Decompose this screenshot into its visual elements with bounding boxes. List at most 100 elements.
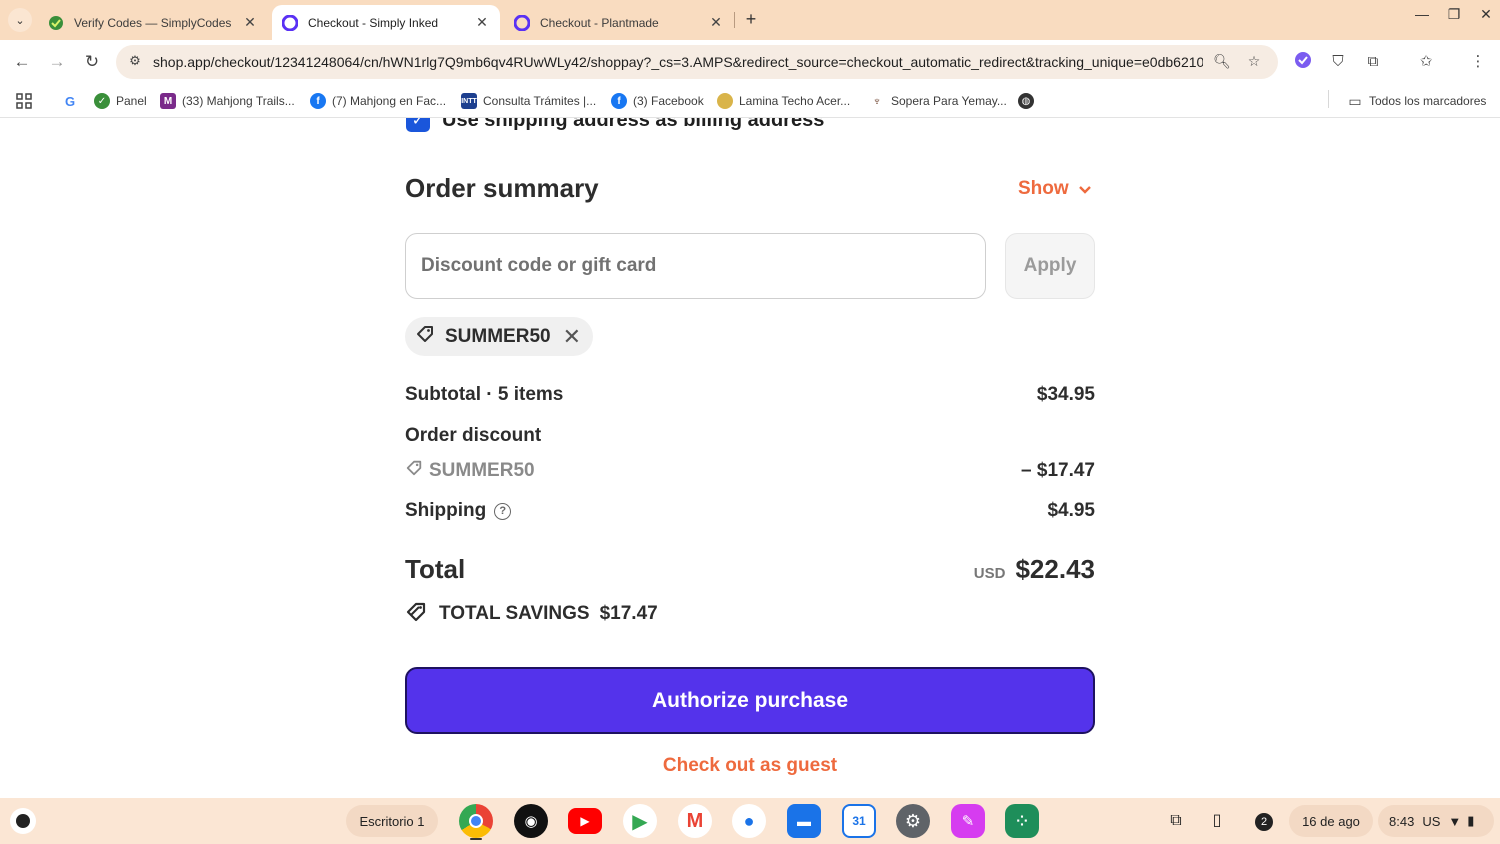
screen-capture-icon[interactable]: ⧉ bbox=[1164, 809, 1188, 833]
tab-plantmade[interactable]: Checkout - Plantmade ✕ bbox=[504, 5, 734, 40]
system-shelf: Escritorio 1 ◉ ▶ ▶ M ● ▬ 31 ⚙ ✎ ⁘ ⧉ ▯ 2 … bbox=[0, 798, 1500, 844]
checkout-as-guest-link[interactable]: Check out as guest bbox=[405, 755, 1095, 777]
close-tab-icon[interactable]: ✕ bbox=[240, 14, 260, 31]
savings-value: $17.47 bbox=[599, 603, 658, 624]
bookmark-label: Lamina Techo Acer... bbox=[739, 94, 851, 108]
help-icon[interactable]: ? bbox=[494, 502, 512, 520]
back-icon[interactable]: ← bbox=[10, 50, 34, 74]
mahjong-icon: M bbox=[160, 93, 176, 109]
bookmark-globe[interactable]: ◍ bbox=[1018, 91, 1040, 111]
menu-kebab-icon[interactable]: ⋮ bbox=[1467, 51, 1489, 73]
phone-hub-icon[interactable]: ▯ bbox=[1205, 809, 1229, 833]
launcher-icon[interactable] bbox=[10, 808, 36, 834]
currency-code: USD bbox=[973, 565, 1006, 582]
bookmark-google[interactable]: G bbox=[62, 91, 84, 111]
settings-gear-icon[interactable]: ⚙ bbox=[896, 804, 930, 838]
calendar-icon[interactable]: 31 bbox=[842, 804, 876, 838]
globe-icon: ◍ bbox=[1018, 93, 1034, 109]
show-summary-toggle[interactable]: Show bbox=[1018, 178, 1091, 200]
discount-code-text: SUMMER50 bbox=[429, 459, 535, 481]
total-row: Total USD $22.43 bbox=[405, 554, 1095, 585]
billing-checkbox-label: Use shipping address as billing address bbox=[442, 118, 825, 131]
bookmark-sopera[interactable]: ♆ Sopera Para Yemay... bbox=[869, 91, 1007, 111]
bookmark-mahjong-facebook[interactable]: f (7) Mahjong en Fac... bbox=[310, 91, 446, 111]
zoom-icon[interactable]: 🔍︎ bbox=[1213, 53, 1231, 71]
screencast-app-icon[interactable]: ✎ bbox=[951, 804, 985, 838]
bookmark-consulta-tramites[interactable]: INTT Consulta Trámites |... bbox=[461, 91, 596, 111]
billing-same-as-shipping[interactable]: ✓ Use shipping address as billing addres… bbox=[406, 118, 824, 132]
intt-icon: INTT bbox=[461, 93, 477, 109]
tag-icon bbox=[405, 459, 423, 482]
chevron-down-icon bbox=[1078, 182, 1091, 197]
new-tab-icon[interactable]: + bbox=[740, 8, 762, 30]
order-discount-row: Order discount bbox=[405, 425, 1095, 447]
active-app-indicator bbox=[470, 838, 482, 840]
bookmark-mahjong-trails[interactable]: M (33) Mahjong Trails... bbox=[160, 91, 295, 111]
order-discount-label: Order discount bbox=[405, 425, 542, 446]
simplycodes-icon: ✓ bbox=[94, 93, 110, 109]
bookmark-panel[interactable]: ✓ Panel bbox=[94, 91, 147, 111]
tab-simply-inked[interactable]: Checkout - Simply Inked ✕ bbox=[272, 5, 500, 40]
notifications-badge[interactable]: 2 bbox=[1252, 809, 1276, 833]
shield-extension-icon[interactable]: ⛉ bbox=[1327, 51, 1349, 73]
forward-icon[interactable]: → bbox=[45, 50, 69, 74]
tab-divider bbox=[734, 12, 735, 28]
podcast-app-icon[interactable]: ◉ bbox=[514, 804, 548, 838]
total-savings: TOTAL SAVINGS $17.47 bbox=[405, 600, 658, 628]
tab-simplycodes[interactable]: Verify Codes — SimplyCodes ✕ bbox=[38, 5, 268, 40]
total-amount: USD $22.43 bbox=[974, 554, 1095, 585]
applied-discount-chip: SUMMER50 ✕ bbox=[405, 317, 594, 356]
browser-toolbar: ← → ↻ ⚙ shop.app/checkout/12341248064/cn… bbox=[0, 40, 1500, 84]
site-info-icon[interactable]: ⚙ bbox=[126, 53, 144, 71]
checkout-page: ✓ Use shipping address as billing addres… bbox=[0, 118, 1500, 798]
close-tab-icon[interactable]: ✕ bbox=[706, 14, 726, 31]
reload-icon[interactable]: ↻ bbox=[80, 50, 104, 74]
bookmark-star-icon[interactable]: ☆ bbox=[1245, 53, 1263, 71]
bookmark-lamina-techo[interactable]: Lamina Techo Acer... bbox=[717, 91, 850, 111]
play-store-icon[interactable]: ▶ bbox=[623, 804, 657, 838]
apply-discount-button[interactable]: Apply bbox=[1005, 233, 1095, 299]
minimize-icon[interactable]: — bbox=[1410, 6, 1434, 22]
simplycodes-extension-icon[interactable] bbox=[1292, 51, 1314, 73]
status-area[interactable]: 8:43 US ▼ ▮ bbox=[1378, 805, 1494, 837]
facebook-icon: f bbox=[611, 93, 627, 109]
bookmark-label: Consulta Trámites |... bbox=[483, 94, 597, 108]
apps-grid-icon[interactable] bbox=[16, 91, 32, 111]
app-grid-icon[interactable]: ⁘ bbox=[1005, 804, 1039, 838]
date-pill[interactable]: 16 de ago bbox=[1289, 805, 1373, 837]
extensions-puzzle-icon[interactable]: ⧉ bbox=[1362, 51, 1384, 73]
all-bookmarks-folder[interactable]: ▭ Todos los marcadores bbox=[1347, 91, 1486, 111]
subtotal-value: $34.95 bbox=[1036, 384, 1095, 405]
savings-tag-icon bbox=[405, 600, 427, 628]
address-bar[interactable]: ⚙ shop.app/checkout/12341248064/cn/hWN1r… bbox=[116, 45, 1278, 79]
url-text[interactable]: shop.app/checkout/12341248064/cn/hWN1rlg… bbox=[153, 54, 1203, 70]
close-tab-icon[interactable]: ✕ bbox=[472, 14, 492, 31]
discount-code-input[interactable] bbox=[405, 233, 986, 299]
shop-icon bbox=[282, 14, 298, 31]
desk-switcher[interactable]: Escritorio 1 bbox=[346, 805, 438, 837]
reading-list-icon[interactable]: ✩ bbox=[1415, 51, 1437, 73]
bookmarks-bar: G ✓ Panel M (33) Mahjong Trails... f (7)… bbox=[0, 84, 1500, 118]
billing-checkbox[interactable]: ✓ bbox=[406, 118, 430, 132]
tab-search-button[interactable]: ⌄ bbox=[8, 8, 32, 32]
facebook-icon: f bbox=[310, 93, 326, 109]
files-icon[interactable]: ▬ bbox=[787, 804, 821, 838]
sopera-icon: ♆ bbox=[869, 93, 885, 109]
input-locale: US bbox=[1422, 813, 1441, 829]
messages-icon[interactable]: ● bbox=[732, 804, 766, 838]
shipping-label: Shipping bbox=[405, 500, 487, 521]
maximize-icon[interactable]: ❐ bbox=[1442, 6, 1466, 23]
total-label: Total bbox=[405, 554, 466, 584]
close-window-icon[interactable]: ✕ bbox=[1474, 6, 1498, 23]
youtube-icon[interactable]: ▶ bbox=[568, 808, 602, 834]
shop-icon bbox=[514, 14, 530, 31]
discount-value: – $17.47 bbox=[1021, 459, 1095, 481]
chrome-icon[interactable] bbox=[459, 804, 493, 838]
remove-code-icon[interactable]: ✕ bbox=[563, 324, 581, 350]
authorize-purchase-button[interactable]: Authorize purchase bbox=[405, 667, 1095, 734]
notification-count: 2 bbox=[1255, 813, 1273, 831]
bookmark-label: (3) Facebook bbox=[633, 94, 704, 108]
gmail-icon[interactable]: M bbox=[678, 804, 712, 838]
bookmark-label: Panel bbox=[116, 94, 147, 108]
bookmark-facebook[interactable]: f (3) Facebook bbox=[611, 91, 704, 111]
